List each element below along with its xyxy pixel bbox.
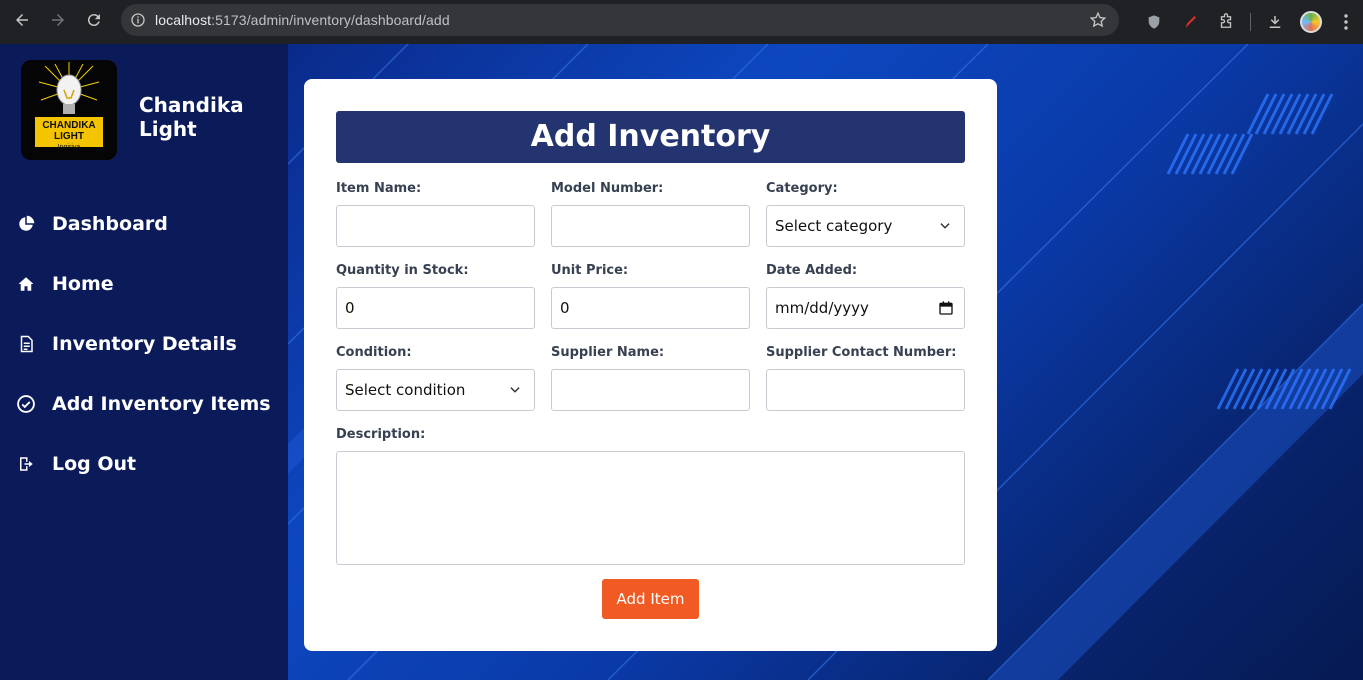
supplier-name-label: Supplier Name:	[551, 345, 665, 360]
quantity-field: Quantity in Stock: 0	[336, 263, 535, 329]
logout-icon	[16, 454, 36, 474]
address-bar[interactable]: localhost:5173/admin/inventory/dashboard…	[121, 4, 1119, 36]
sidebar-item-logout[interactable]: Log Out	[0, 434, 288, 494]
pie-chart-icon	[16, 214, 36, 234]
category-select[interactable]: Select category	[766, 205, 965, 247]
condition-field: Condition: Select condition	[336, 345, 535, 411]
model-number-input[interactable]	[551, 205, 750, 247]
condition-label: Condition:	[336, 345, 412, 360]
quantity-input[interactable]: 0	[336, 287, 535, 329]
supplier-contact-input[interactable]	[766, 369, 965, 411]
supplier-name-field: Supplier Name:	[551, 345, 750, 411]
forward-icon[interactable]	[40, 2, 76, 38]
model-number-label: Model Number:	[551, 181, 664, 196]
description-label: Description:	[336, 427, 426, 442]
category-select-value: Select category	[775, 217, 893, 235]
site-info-icon[interactable]	[121, 12, 155, 28]
category-label: Category:	[766, 181, 838, 196]
reload-icon[interactable]	[76, 2, 112, 38]
supplier-contact-field: Supplier Contact Number:	[766, 345, 965, 411]
condition-select[interactable]: Select condition	[336, 369, 535, 411]
back-icon[interactable]	[4, 2, 40, 38]
sidebar: CHANDIKA LIGHT Ingiriya Chandika Light D…	[0, 44, 288, 680]
calendar-icon[interactable]	[938, 300, 954, 316]
condition-select-value: Select condition	[345, 381, 466, 399]
svg-text:Ingiriya: Ingiriya	[58, 144, 81, 151]
page-title: Add Inventory	[336, 111, 965, 163]
chevron-down-icon	[510, 387, 520, 393]
brand-name: Chandika Light	[139, 93, 244, 141]
add-item-button[interactable]: Add Item	[602, 579, 699, 619]
item-name-label: Item Name:	[336, 181, 422, 196]
shield-icon[interactable]	[1136, 4, 1172, 40]
unit-price-field: Unit Price: 0	[551, 263, 750, 329]
check-circle-icon	[16, 394, 36, 414]
sidebar-item-label: Inventory Details	[52, 333, 237, 355]
chevron-down-icon	[940, 223, 950, 229]
sidebar-item-add-inventory[interactable]: Add Inventory Items	[0, 374, 288, 434]
description-field: Description:	[336, 427, 965, 565]
date-added-label: Date Added:	[766, 263, 858, 278]
date-added-input[interactable]: mm/dd/yyyy	[766, 287, 965, 329]
category-field: Category: Select category	[766, 181, 965, 247]
pen-extension-icon[interactable]	[1172, 4, 1208, 40]
unit-price-label: Unit Price:	[551, 263, 629, 278]
sidebar-item-label: Dashboard	[52, 213, 168, 235]
date-added-field: Date Added: mm/dd/yyyy	[766, 263, 965, 329]
description-textarea[interactable]	[336, 451, 965, 565]
more-menu-icon[interactable]	[1329, 4, 1363, 40]
sidebar-nav: Dashboard Home Inventory Details Add Inv…	[0, 194, 288, 494]
item-name-field: Item Name:	[336, 181, 535, 247]
sidebar-item-inventory-details[interactable]: Inventory Details	[0, 314, 288, 374]
browser-toolbar: localhost:5173/admin/inventory/dashboard…	[0, 0, 1363, 44]
sidebar-item-label: Add Inventory Items	[52, 393, 271, 415]
item-name-input[interactable]	[336, 205, 535, 247]
bookmark-star-icon[interactable]	[1089, 11, 1107, 34]
extensions-puzzle-icon[interactable]	[1208, 4, 1244, 40]
svg-text:LIGHT: LIGHT	[54, 131, 84, 142]
toolbar-divider	[1250, 13, 1251, 31]
quantity-label: Quantity in Stock:	[336, 263, 469, 278]
sidebar-item-label: Log Out	[52, 453, 137, 475]
supplier-name-input[interactable]	[551, 369, 750, 411]
sidebar-item-home[interactable]: Home	[0, 254, 288, 314]
unit-price-input[interactable]: 0	[551, 287, 750, 329]
download-icon[interactable]	[1257, 4, 1293, 40]
add-inventory-card: Add Inventory Item Name: Model Number: C…	[304, 79, 997, 651]
document-icon	[16, 334, 36, 354]
home-icon	[16, 274, 36, 294]
model-number-field: Model Number:	[551, 181, 750, 247]
svg-text:CHANDIKA: CHANDIKA	[42, 120, 95, 131]
date-placeholder: mm/dd/yyyy	[775, 299, 869, 317]
logo: CHANDIKA LIGHT Ingiriya	[21, 60, 117, 160]
supplier-contact-label: Supplier Contact Number:	[766, 345, 957, 360]
url-text: localhost:5173/admin/inventory/dashboard…	[155, 12, 450, 28]
sidebar-item-label: Home	[52, 273, 114, 295]
sidebar-item-dashboard[interactable]: Dashboard	[0, 194, 288, 254]
profile-avatar[interactable]	[1293, 4, 1329, 40]
